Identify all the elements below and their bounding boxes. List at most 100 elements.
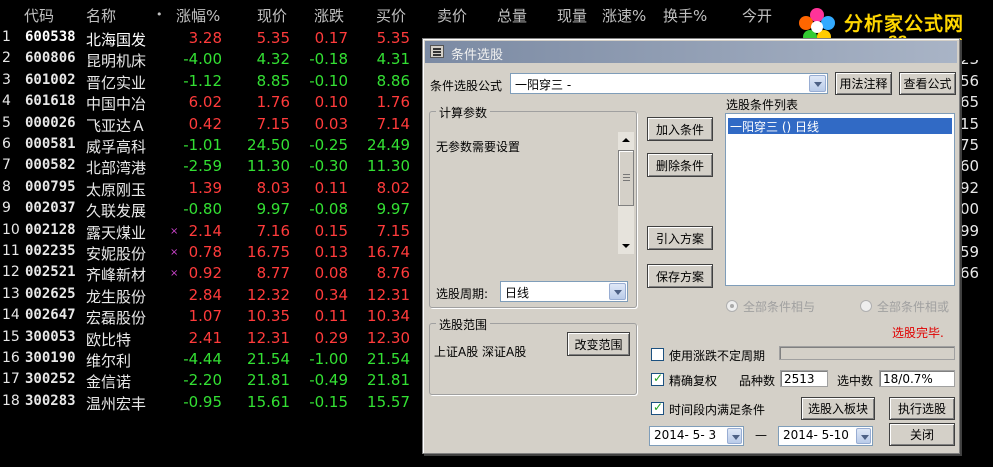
bid-price: 8.76 [376, 264, 410, 283]
close-button[interactable]: 关闭 [889, 423, 955, 446]
change-pct: 1.07 [188, 307, 222, 326]
change: -0.18 [309, 50, 348, 69]
change-pct: -0.80 [183, 200, 222, 219]
price: 1.76 [256, 93, 290, 112]
status-text: 选股完毕. [892, 326, 944, 340]
exact-adjust-checkbox[interactable] [651, 371, 664, 386]
stock-name: 晋亿实业 [86, 73, 147, 92]
stock-name: 安妮股份 [86, 245, 147, 263]
stock-name: 北部湾港 [86, 159, 147, 178]
row-index: 6 [2, 136, 11, 152]
range-group: 选股范围 上证A股 深证A股 改变范围 [429, 316, 637, 395]
usage-notes-button[interactable]: 用法注释 [835, 72, 892, 95]
stock-name: 欧比特 [86, 330, 132, 349]
col-cur-volume[interactable]: 现量 [557, 5, 587, 26]
price: 7.16 [256, 221, 290, 240]
stock-name: 昆明机床 [86, 52, 147, 71]
change: 0.10 [314, 93, 348, 112]
row-index: 1 [2, 29, 11, 45]
change: 0.11 [314, 178, 348, 197]
add-to-block-button[interactable]: 选股入板块 [801, 397, 875, 420]
col-volume[interactable]: 总量 [497, 5, 527, 26]
float-period-checkbox[interactable] [651, 348, 664, 361]
view-formula-button[interactable]: 查看公式 [899, 72, 956, 95]
chevron-down-icon[interactable] [727, 428, 742, 444]
col-open[interactable]: 今开 [742, 5, 772, 26]
col-ask[interactable]: 卖价 [437, 5, 467, 26]
scroll-thumb[interactable] [618, 150, 634, 206]
float-period-label: 使用涨跌不定周期 [669, 349, 766, 363]
stock-code: 600806 [25, 50, 76, 67]
price: 9.97 [256, 200, 290, 219]
change-pct: 2.41 [188, 328, 222, 347]
run-screen-button[interactable]: 执行选股 [889, 397, 955, 420]
col-change[interactable]: 涨跌 [314, 5, 344, 26]
price: 4.32 [256, 50, 290, 69]
stock-code: 000026 [25, 114, 76, 131]
bid-price: 12.30 [367, 328, 410, 347]
col-code[interactable]: 代码 [24, 5, 54, 26]
scroll-up-icon[interactable] [618, 132, 634, 148]
open-partial: 60 [960, 157, 980, 176]
period-select[interactable]: 日线 [500, 281, 628, 302]
bid-price: 11.30 [367, 157, 410, 176]
range-text: 上证A股 深证A股 [434, 345, 527, 359]
condition-list[interactable]: 一阳穿三 () 日线 [725, 113, 955, 286]
row-index: 2 [2, 50, 11, 67]
change: 0.13 [314, 243, 348, 261]
radio-and[interactable] [726, 300, 738, 312]
radio-or[interactable] [860, 300, 872, 312]
import-plan-button[interactable]: 引入方案 [647, 226, 713, 250]
params-scrollbar[interactable] [618, 132, 634, 254]
change-pct: 0.78 [188, 243, 222, 261]
radio-or-label: 全部条件相或 [877, 300, 950, 314]
dialog-titlebar[interactable]: 条件选股 [425, 41, 957, 63]
col-price[interactable]: 现价 [257, 5, 287, 26]
change-pct: -2.20 [183, 371, 222, 390]
save-plan-button[interactable]: 保存方案 [647, 264, 713, 288]
date-to-value: 2014- 5-10 [783, 428, 849, 442]
row-index: 8 [2, 178, 11, 195]
bid-price: 16.74 [367, 243, 410, 261]
selected-value: 18/0.7% [883, 372, 933, 386]
add-condition-button[interactable]: 加入条件 [647, 117, 713, 141]
change: -0.15 [309, 392, 348, 411]
chevron-down-icon[interactable] [809, 75, 826, 92]
change: -0.30 [309, 157, 348, 176]
formula-select[interactable]: 一阳穿三 - [510, 73, 828, 94]
change-pct: -4.00 [183, 50, 222, 69]
price: 8.03 [256, 178, 290, 197]
params-group-title: 计算参数 [436, 104, 491, 121]
change-range-button[interactable]: 改变范围 [567, 332, 630, 356]
col-name[interactable]: 名称 [86, 5, 116, 26]
bid-price: 12.31 [367, 285, 410, 304]
delete-condition-button[interactable]: 删除条件 [647, 153, 713, 177]
time-range-checkbox[interactable] [651, 400, 664, 415]
col-change-pct[interactable]: 涨幅% [176, 5, 220, 26]
date-from-picker[interactable]: 2014- 5- 3 [649, 426, 744, 446]
change-pct: -0.95 [183, 392, 222, 411]
scroll-down-icon[interactable] [618, 238, 634, 254]
col-bid[interactable]: 买价 [376, 5, 406, 26]
open-partial: 66 [960, 264, 980, 283]
change: -0.49 [309, 371, 348, 390]
bid-price: 5.35 [376, 29, 410, 47]
col-speed[interactable]: 涨速% [602, 5, 646, 26]
change: 0.15 [314, 221, 348, 240]
chevron-down-icon[interactable] [856, 428, 871, 444]
bid-price: 7.15 [376, 221, 410, 240]
open-partial: 65 [960, 93, 980, 112]
col-turnover[interactable]: 换手% [663, 5, 707, 26]
price: 15.61 [247, 392, 290, 411]
stock-code: 002128 [25, 221, 76, 238]
stock-code: 002235 [25, 243, 76, 259]
exact-adjust-label: 精确复权 [669, 374, 718, 388]
time-range-label: 时间段内满足条件 [669, 403, 766, 417]
list-item[interactable]: 一阳穿三 () 日线 [728, 118, 952, 134]
bid-price: 21.81 [367, 371, 410, 390]
price: 5.35 [256, 29, 290, 47]
change-pct: 2.84 [188, 285, 222, 304]
stock-code: 300053 [25, 328, 76, 345]
chevron-down-icon[interactable] [609, 283, 626, 300]
date-to-picker[interactable]: 2014- 5-10 [778, 426, 873, 446]
